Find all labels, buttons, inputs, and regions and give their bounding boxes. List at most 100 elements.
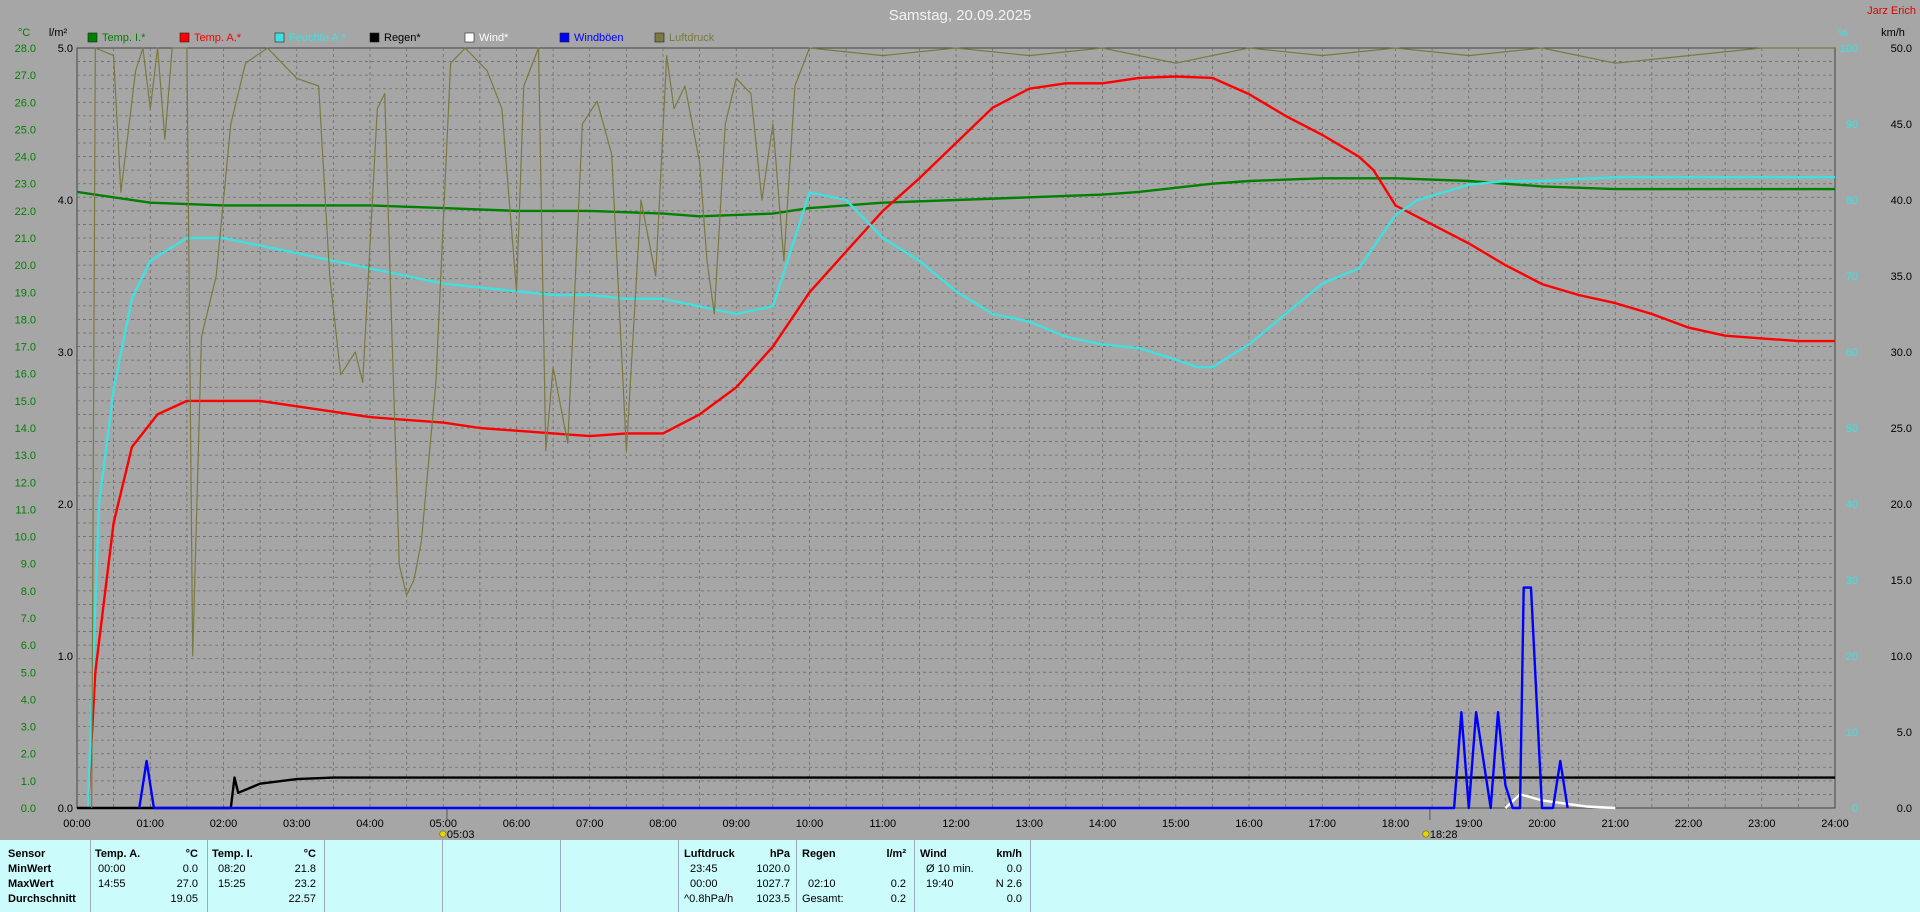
rain-header: Regen: [802, 848, 836, 860]
temp-tick-label: 10.0: [15, 532, 36, 544]
percent-tick-label: 30: [1846, 575, 1858, 587]
percent-tick-label: 0: [1852, 803, 1858, 815]
temp-tick-label: 4.0: [21, 694, 36, 706]
percent-tick-label: 40: [1846, 499, 1858, 511]
wind-tick-label: 30.0: [1891, 347, 1912, 359]
x-tick-label: 02:00: [210, 818, 238, 830]
wind-tick-label: 45.0: [1891, 119, 1912, 131]
temp-tick-label: 27.0: [15, 70, 36, 82]
wind-tick-label: 5.0: [1897, 727, 1912, 739]
temp-tick-label: 2.0: [21, 749, 36, 761]
temp-tick-label: 1.0: [21, 776, 36, 788]
temp-tick-label: 25.0: [15, 124, 36, 136]
temp-tick-label: 13.0: [15, 450, 36, 462]
stats-table: Sensor MinWert MaxWert Durchschnitt Temp…: [0, 840, 1920, 912]
x-tick-label: 11:00: [869, 818, 896, 830]
rain-tick-label: 5.0: [58, 43, 73, 55]
pressure-header: Luftdruck: [684, 848, 735, 860]
x-tick-label: 16:00: [1235, 818, 1263, 830]
wind-tick-label: 10.0: [1891, 651, 1912, 663]
x-tick-label: 10:00: [796, 818, 824, 830]
temp-tick-label: 28.0: [15, 43, 36, 55]
temp-a-min-val: 0.0: [182, 863, 198, 875]
x-tick-label: 24:00: [1821, 818, 1849, 830]
temp-tick-label: 22.0: [15, 206, 36, 218]
temp-tick-label: 15.0: [15, 396, 36, 408]
pressure-trend: ^0.8hPa/h: [684, 893, 734, 905]
rain-tick-label: 0.0: [58, 803, 73, 815]
temp-tick-label: 6.0: [21, 640, 36, 652]
legend-swatch: [87, 32, 98, 43]
x-tick-label: 01:00: [136, 818, 164, 830]
row-min: MinWert: [8, 863, 52, 875]
wind-tick-label: 15.0: [1891, 575, 1912, 587]
rain-total-val: 0.2: [890, 893, 906, 905]
wind-tick-label: 0.0: [1897, 803, 1912, 815]
temp-tick-label: 12.0: [15, 477, 36, 489]
rain-max-time: 02:10: [808, 878, 836, 890]
pressure-trend-val: 1023.5: [756, 893, 790, 905]
pressure-max-val: 1027.7: [756, 878, 790, 890]
temp-tick-label: 26.0: [15, 97, 36, 109]
temp-tick-label: 17.0: [15, 342, 36, 354]
chart-title: Samstag, 20.09.2025: [889, 7, 1032, 24]
wind-max-val: N 2.6: [995, 878, 1022, 890]
pressure-max-time: 00:00: [690, 878, 718, 890]
x-tick-label: 19:00: [1455, 818, 1483, 830]
rain-tick-label: 3.0: [58, 347, 73, 359]
legend-label: Windböen: [574, 32, 624, 44]
legend-label: Temp. A.*: [194, 32, 242, 44]
legend-label: Regen*: [384, 32, 421, 44]
rain-max-val: 0.2: [890, 878, 906, 890]
unit-percent: %: [1838, 27, 1848, 39]
rain-tick-label: 4.0: [58, 195, 73, 207]
temp-tick-label: 9.0: [21, 559, 36, 571]
sun-icon: [439, 830, 447, 838]
unit-temp: °C: [18, 27, 30, 39]
x-tick-label: 18:00: [1382, 818, 1410, 830]
x-tick-label: 04:00: [356, 818, 384, 830]
x-tick-label: 15:00: [1162, 818, 1190, 830]
wind-header: Wind: [920, 848, 947, 860]
unit-wind: km/h: [1881, 27, 1905, 39]
temp-a-max-val: 27.0: [176, 878, 198, 890]
wind-tick-label: 40.0: [1891, 195, 1912, 207]
weather-chart: Samstag, 20.09.2025 °C l/m²% km/h 0.0 1.0 2.0 3…: [15, 7, 1912, 840]
percent-tick-label: 20: [1846, 651, 1858, 663]
wind-tick-label: 20.0: [1891, 499, 1912, 511]
temp-i-avg: 22.57: [288, 893, 316, 905]
percent-tick-label: 100: [1840, 43, 1858, 55]
temp-tick-label: 16.0: [15, 369, 36, 381]
x-tick-label: 22:00: [1675, 818, 1703, 830]
legend-swatch: [464, 32, 475, 43]
temp-tick-label: 21.0: [15, 233, 36, 245]
x-tick-label: 07:00: [576, 818, 604, 830]
rain-tick-label: 2.0: [58, 499, 73, 511]
x-tick-label: 06:00: [503, 818, 531, 830]
temp-i-max-time: 15:25: [218, 878, 246, 890]
marker-label: 18:28: [1430, 829, 1458, 840]
wind-tick-label: 35.0: [1891, 271, 1912, 283]
wind-unit: km/h: [996, 848, 1022, 860]
sensor-header: Sensor: [8, 848, 46, 860]
temp-tick-label: 20.0: [15, 260, 36, 272]
x-tick-label: 12:00: [942, 818, 970, 830]
temp-tick-label: 7.0: [21, 613, 36, 625]
legend-swatch: [654, 32, 665, 43]
temp-a-avg: 19.05: [170, 893, 198, 905]
temp-i-min-time: 08:20: [218, 863, 246, 875]
row-max: MaxWert: [8, 878, 54, 890]
temp-tick-label: 14.0: [15, 423, 36, 435]
x-tick-label: 14:00: [1089, 818, 1117, 830]
temp-i-header: Temp. I.: [212, 848, 253, 860]
legend-label: Feuchte A.*: [289, 32, 347, 44]
wind-last-val: 0.0: [1006, 893, 1022, 905]
marker-label: 05:03: [447, 829, 475, 840]
legend-label: Wind*: [479, 32, 509, 44]
legend-swatch: [559, 32, 570, 43]
x-tick-label: 23:00: [1748, 818, 1776, 830]
rain-unit: l/m²: [886, 848, 906, 860]
legend-label: Luftdruck: [669, 32, 715, 44]
temp-tick-label: 24.0: [15, 152, 36, 164]
rain-tick-label: 1.0: [58, 651, 73, 663]
